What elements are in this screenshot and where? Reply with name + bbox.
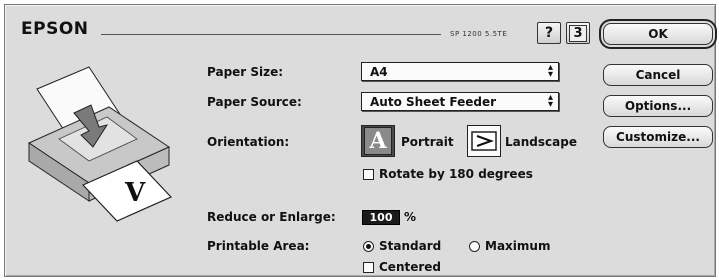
printable-area-label: Printable Area: — [207, 239, 310, 253]
centered-checkbox[interactable] — [363, 262, 374, 273]
paper-source-value: Auto Sheet Feeder — [370, 94, 496, 109]
popup-arrows-icon: ▴ ▾ — [547, 62, 553, 80]
rotate-180-checkbox[interactable] — [363, 169, 374, 180]
portrait-label: Portrait — [401, 135, 454, 149]
paper-source-select[interactable]: Auto Sheet Feeder ▴ ▾ — [361, 92, 559, 111]
help-icon: ? — [544, 25, 554, 41]
standard-label: Standard — [379, 239, 442, 253]
page-setup-icon: 3 — [569, 24, 587, 42]
rotate-180-label: Rotate by 180 degrees — [379, 167, 533, 181]
portrait-orientation-button[interactable]: A — [361, 125, 395, 157]
popup-arrows-icon: ▴ ▾ — [547, 92, 553, 110]
orientation-label: Orientation: — [207, 135, 290, 149]
maximum-radio[interactable] — [469, 241, 480, 252]
reduce-enlarge-label: Reduce or Enlarge: — [207, 210, 336, 224]
page-setup-dialog: EPSON SP 1200 5.5TE ? 3 OK Cancel Option… — [4, 4, 716, 277]
page-letter-glyph: V — [124, 178, 146, 208]
driver-version: SP 1200 5.5TE — [450, 30, 508, 38]
paper-size-label: Paper Size: — [207, 65, 284, 79]
brand-title: EPSON — [21, 19, 89, 39]
page-setup-icon-button[interactable]: 3 — [566, 22, 590, 44]
reduce-enlarge-input[interactable]: 100 — [362, 210, 400, 225]
landscape-icon — [471, 131, 497, 151]
cancel-button[interactable]: Cancel — [603, 64, 713, 86]
standard-radio[interactable] — [363, 241, 374, 252]
centered-label: Centered — [379, 260, 442, 274]
header-divider — [101, 34, 441, 35]
paper-source-label: Paper Source: — [207, 95, 302, 109]
paper-size-value: A4 — [370, 64, 388, 79]
ok-button[interactable]: OK — [603, 23, 713, 45]
portrait-icon: A — [364, 127, 392, 155]
paper-size-select[interactable]: A4 ▴ ▾ — [361, 62, 559, 81]
percent-sign: % — [404, 210, 417, 224]
landscape-orientation-button[interactable] — [467, 125, 501, 157]
landscape-label: Landscape — [505, 135, 577, 149]
customize-button[interactable]: Customize... — [603, 126, 713, 148]
options-button[interactable]: Options... — [603, 95, 713, 117]
reduce-enlarge-value: 100 — [369, 211, 393, 224]
help-button[interactable]: ? — [537, 22, 561, 44]
maximum-label: Maximum — [485, 239, 551, 253]
printer-illustration: V — [27, 66, 173, 222]
